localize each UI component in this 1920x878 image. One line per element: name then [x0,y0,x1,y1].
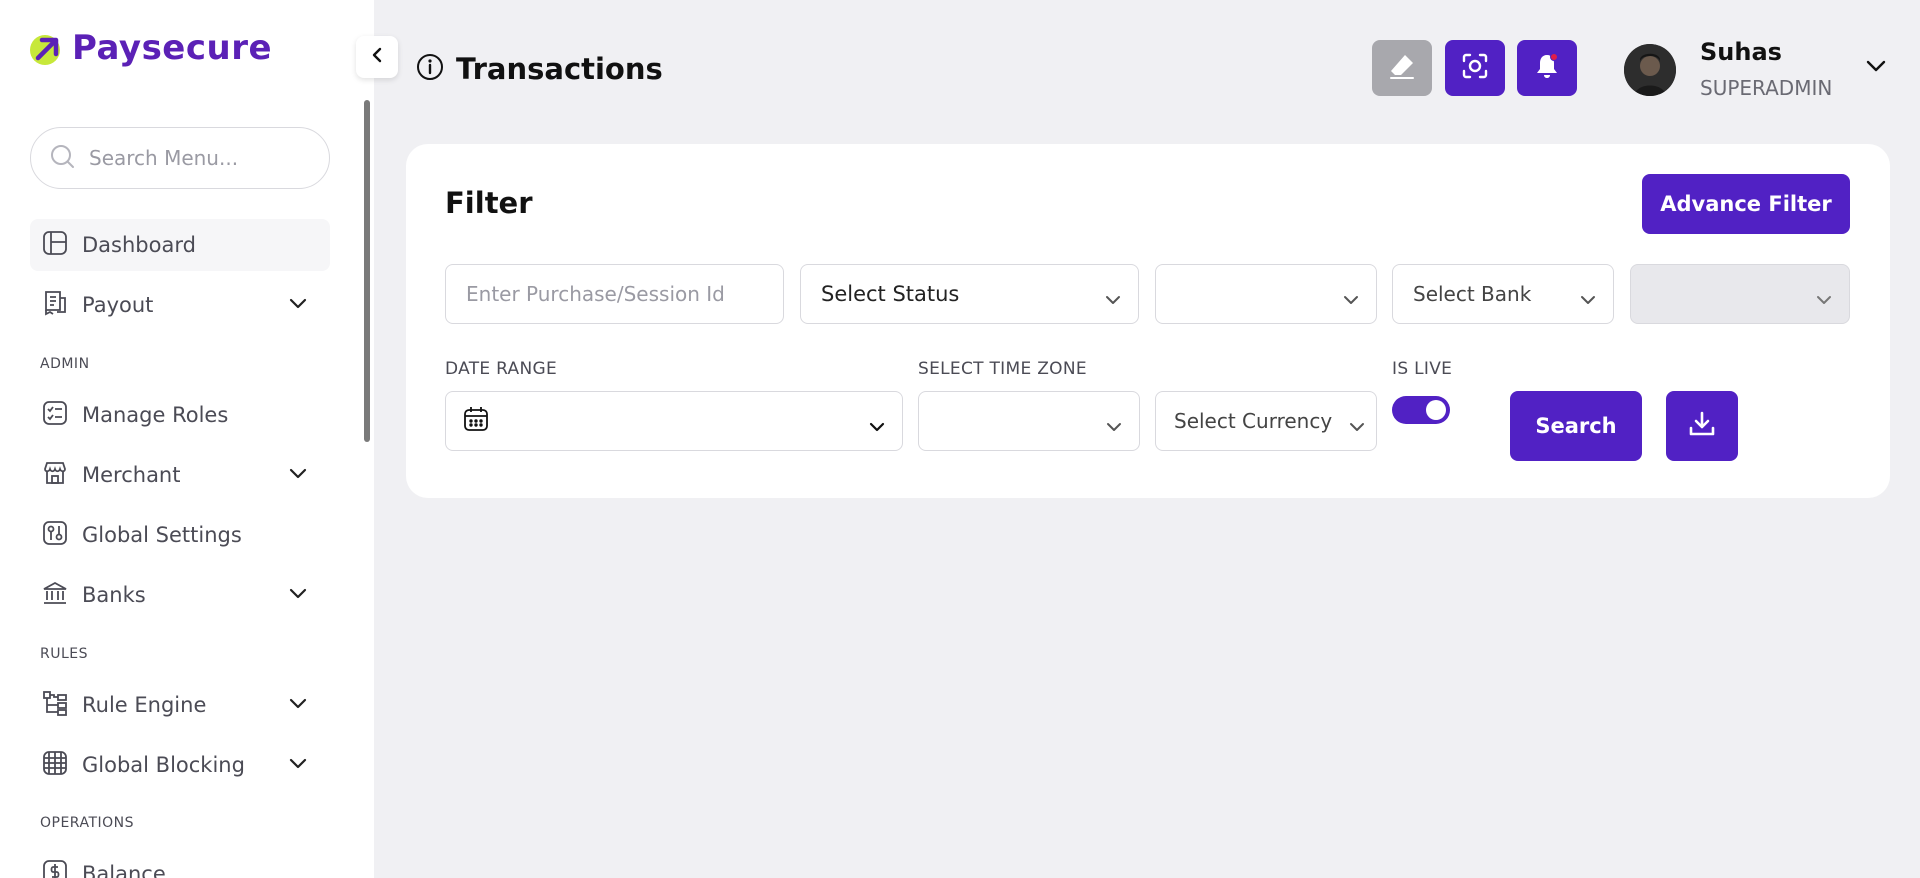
is-live-toggle[interactable] [1392,396,1450,424]
chevron-down-icon[interactable] [288,466,308,485]
toggle-knob [1426,400,1446,420]
bank-icon [42,580,68,610]
chevron-down-icon[interactable] [288,296,308,315]
brand-name: Paysecure [72,28,273,68]
sidebar-item-rule-engine[interactable]: Rule Engine [30,679,330,731]
bank-select[interactable]: Select Bank [1392,264,1614,324]
checklist-icon [42,400,68,430]
globe-block-icon [42,750,68,780]
chevron-down-icon[interactable] [1864,58,1888,78]
download-icon [1687,409,1717,443]
status-select-value: Select Status [821,282,960,306]
chevron-down-icon [868,414,886,438]
chevron-down-icon [1815,287,1833,311]
sidebar-item-label: Rule Engine [82,693,207,717]
paysecure-logo-icon [30,30,66,66]
dollar-icon [42,859,68,878]
sidebar-item-label: Banks [82,583,146,607]
purchase-session-input[interactable] [466,282,783,306]
filter-title: Filter [445,186,533,220]
user-name: Suhas [1700,38,1782,66]
bell-icon [1532,51,1562,85]
chevron-down-icon [1342,287,1360,311]
sidebar-item-balance[interactable]: Balance [30,848,330,878]
eraser-icon [1387,51,1417,85]
dashboard-icon [42,230,68,260]
sidebar-item-payout[interactable]: Payout [30,279,330,331]
store-icon [42,460,68,490]
sidebar-item-global-blocking[interactable]: Global Blocking [30,739,330,791]
section-label-admin: ADMIN [40,356,90,372]
sidebar-item-label: Manage Roles [82,403,229,427]
screenshot-button[interactable] [1445,40,1505,96]
page-title-text: Transactions [456,52,663,86]
section-label-rules: RULES [40,646,89,662]
page-title: Transactions [416,52,663,86]
receipt-icon [42,290,68,320]
time-zone-select[interactable] [918,391,1140,451]
calendar-icon [462,405,490,438]
chevron-down-icon [1579,287,1597,311]
chevron-left-icon [368,46,386,68]
sidebar-item-label: Payout [82,293,154,317]
search-menu-field[interactable] [30,127,330,189]
sidebar-item-label: Dashboard [82,233,196,257]
search-menu-input[interactable] [89,146,299,170]
sidebar-item-label: Merchant [82,463,181,487]
download-button[interactable] [1666,391,1738,461]
currency-select[interactable]: Select Currency [1155,391,1377,451]
is-live-label: IS LIVE [1392,359,1453,379]
sidebar-item-label: Global Settings [82,523,242,547]
unlabeled-select[interactable] [1155,264,1377,324]
search-icon [49,143,75,173]
chevron-down-icon[interactable] [288,586,308,605]
sidebar-item-manage-roles[interactable]: Manage Roles [30,389,330,441]
bank-select-value: Select Bank [1413,282,1532,306]
user-role: SUPERADMIN [1700,76,1833,100]
advance-filter-button[interactable]: Advance Filter [1642,174,1850,234]
sidebar-item-banks[interactable]: Banks [30,569,330,621]
info-icon[interactable] [416,53,444,85]
sidebar-item-label: Global Blocking [82,753,245,777]
disabled-select [1630,264,1850,324]
focus-capture-icon [1460,51,1490,85]
sidebar-item-label: Balance [82,862,166,878]
date-range-picker[interactable] [445,391,903,451]
chevron-down-icon [1105,414,1123,438]
sidebar-item-global-settings[interactable]: Global Settings [30,509,330,561]
sidebar-scrollbar[interactable] [364,100,370,442]
chevron-down-icon[interactable] [288,696,308,715]
settings-sliders-icon [42,520,68,550]
date-range-label: DATE RANGE [445,359,558,379]
sidebar-item-merchant[interactable]: Merchant [30,449,330,501]
hierarchy-icon [42,690,68,720]
currency-select-value: Select Currency [1174,409,1333,433]
chevron-down-icon [1104,287,1122,311]
brand-logo[interactable]: Paysecure [30,28,272,68]
chevron-down-icon[interactable] [288,756,308,775]
purchase-session-field[interactable] [445,264,784,324]
section-label-operations: OPERATIONS [40,815,135,831]
chevron-down-icon [1348,414,1366,438]
clear-filter-button[interactable] [1372,40,1432,96]
collapse-sidebar-button[interactable] [356,36,398,78]
sidebar: Paysecure Dashboard Payout ADMIN Manage … [0,0,374,878]
status-select[interactable]: Select Status [800,264,1139,324]
search-button[interactable]: Search [1510,391,1642,461]
avatar[interactable] [1624,44,1676,96]
sidebar-item-dashboard[interactable]: Dashboard [30,219,330,271]
notifications-button[interactable] [1517,40,1577,96]
time-zone-label: SELECT TIME ZONE [918,359,1087,379]
